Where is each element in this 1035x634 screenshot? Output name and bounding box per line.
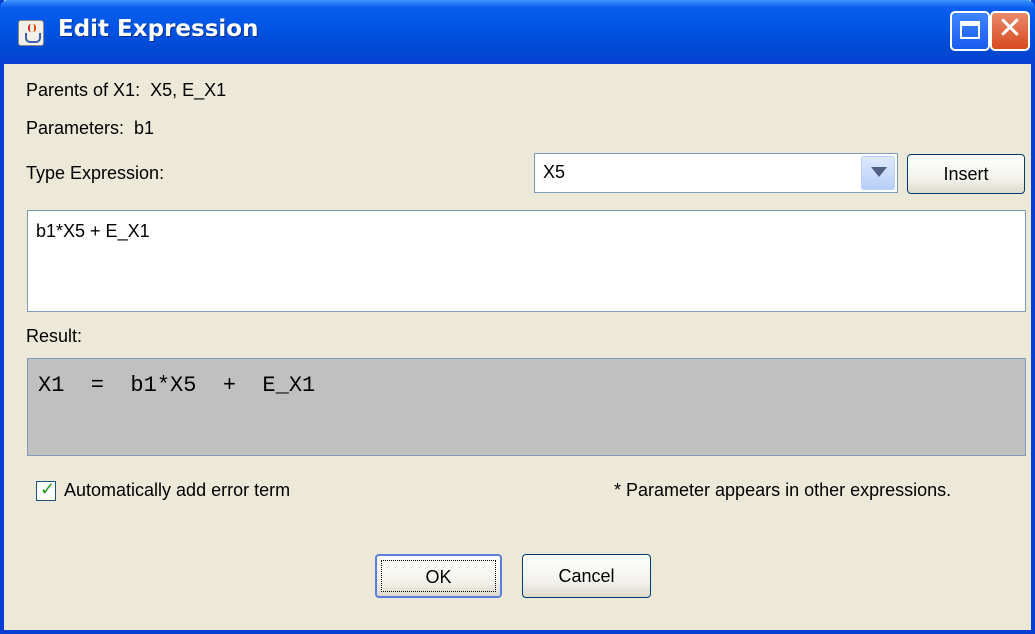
dropdown-button[interactable] xyxy=(861,156,895,190)
maximize-button[interactable] xyxy=(950,11,990,51)
variable-select[interactable]: X5 xyxy=(534,153,898,193)
cancel-button[interactable]: Cancel xyxy=(522,554,651,598)
ok-button[interactable]: OK xyxy=(375,554,502,598)
parents-label: Parents of X1: X5, E_X1 xyxy=(26,80,227,100)
expression-input[interactable]: b1*X5 + E_X1 xyxy=(27,210,1026,312)
close-icon: ✕ xyxy=(997,11,1023,46)
result-label: Result: xyxy=(26,326,83,346)
variable-select-value: X5 xyxy=(543,162,566,182)
error-term-checkbox[interactable]: ✓ xyxy=(36,479,56,501)
title-bar[interactable]: Edit Expression ✕ xyxy=(0,0,1035,64)
result-text: X1 = b1*X5 + E_X1 xyxy=(38,373,316,398)
focus-ring xyxy=(381,560,496,592)
parameter-note: * Parameter appears in other expressions… xyxy=(614,480,952,500)
chevron-down-icon xyxy=(871,167,887,177)
parameters-label: Parameters: b1 xyxy=(26,118,155,138)
insert-button[interactable]: Insert xyxy=(907,154,1025,194)
checkmark-icon: ✓ xyxy=(40,479,56,500)
error-term-label[interactable]: Automatically add error term xyxy=(64,480,290,501)
close-button[interactable]: ✕ xyxy=(990,11,1030,51)
maximize-icon xyxy=(960,21,980,39)
expression-text: b1*X5 + E_X1 xyxy=(36,221,150,241)
window-title: Edit Expression xyxy=(58,16,259,42)
type-expression-label: Type Expression: xyxy=(26,163,165,183)
result-display: X1 = b1*X5 + E_X1 xyxy=(27,358,1026,456)
java-icon xyxy=(18,20,44,46)
